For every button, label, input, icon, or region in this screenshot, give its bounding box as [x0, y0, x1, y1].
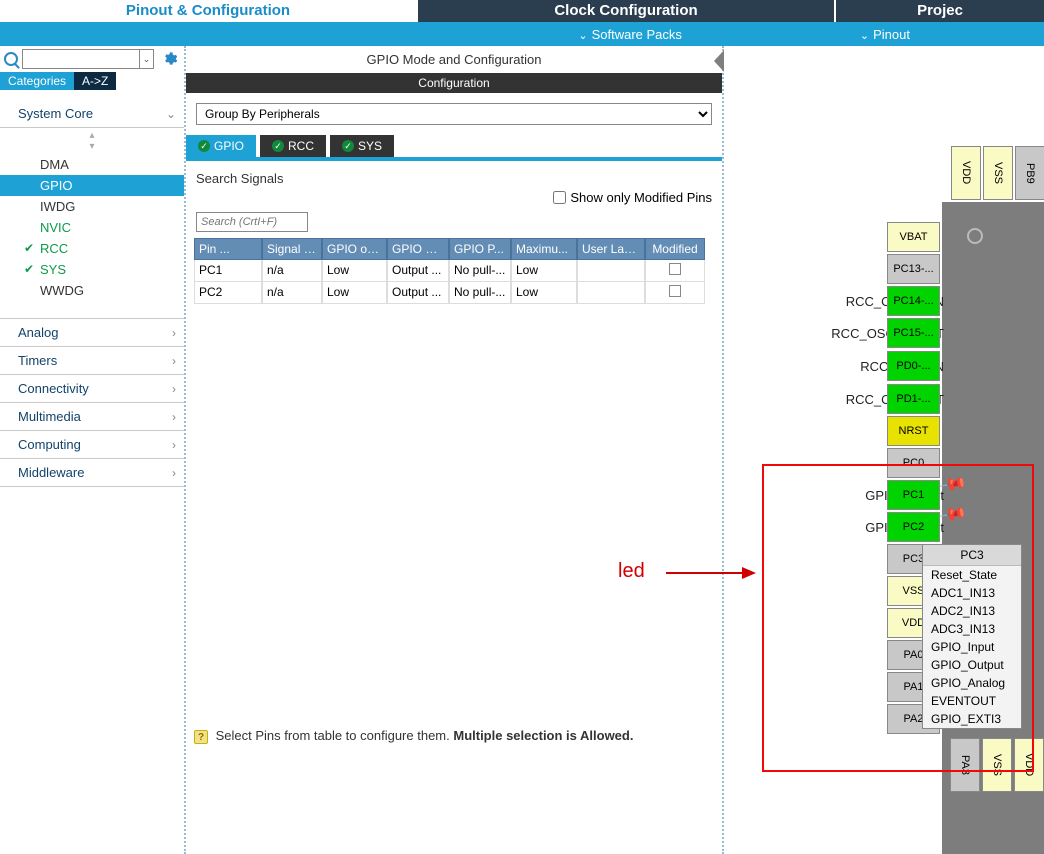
context-item[interactable]: EVENTOUT [923, 692, 1021, 710]
check-circle-icon: ✓ [198, 140, 210, 152]
software-packs-label: Software Packs [592, 27, 682, 42]
sidebar-item-dma[interactable]: DMA [0, 154, 184, 175]
col-gpioout[interactable]: GPIO ou... [322, 238, 387, 260]
section-middleware[interactable]: Middleware› [0, 459, 184, 487]
col-pin[interactable]: Pin ... [194, 238, 262, 260]
sidebar-item-wwdg[interactable]: WWDG [0, 280, 184, 301]
pin-vss-bot[interactable]: VSS [982, 738, 1012, 792]
center-title: GPIO Mode and Configuration [186, 46, 722, 73]
pin-pc14[interactable]: PC14-... [887, 286, 940, 316]
pin-context-menu: PC3 Reset_State ADC1_IN13 ADC2_IN13 ADC3… [922, 544, 1022, 729]
config-bar: Configuration [186, 73, 722, 93]
annotation-led-label: led [618, 560, 645, 583]
help-icon: ? [194, 730, 208, 744]
col-gpiop[interactable]: GPIO P... [449, 238, 511, 260]
pin-pd0[interactable]: PD0-... [887, 351, 940, 381]
config-table: Pin ... Signal o... GPIO ou... GPIO m...… [194, 238, 714, 304]
context-item[interactable]: GPIO_Output [923, 656, 1021, 674]
ptab-sys[interactable]: ✓SYS [330, 135, 394, 157]
chevron-right-icon: › [172, 326, 176, 340]
chevron-down-icon: ⌄ [166, 107, 176, 121]
hint-text: ? Select Pins from table to configure th… [194, 728, 633, 744]
search-icon [4, 52, 18, 66]
col-max[interactable]: Maximu... [511, 238, 577, 260]
pinout-view[interactable]: VDD VSS PB9 RCC_OSC32_IN RCC_OSC32_OUT R… [724, 46, 1044, 854]
pin-vss-top[interactable]: VSS [983, 146, 1013, 200]
chevron-right-icon: › [172, 382, 176, 396]
section-timers[interactable]: Timers› [0, 347, 184, 375]
software-packs-dropdown[interactable]: ⌄Software Packs [564, 27, 696, 42]
pin-nrst[interactable]: NRST [887, 416, 940, 446]
pin-pd1[interactable]: PD1-... [887, 384, 940, 414]
annotation-arrow-icon [660, 558, 760, 588]
check-icon: ✔ [24, 241, 34, 255]
tab-categories[interactable]: Categories [0, 72, 74, 90]
context-item[interactable]: ADC2_IN13 [923, 602, 1021, 620]
tab-pinout-config[interactable]: Pinout & Configuration [0, 0, 416, 22]
section-multimedia[interactable]: Multimedia› [0, 403, 184, 431]
context-item[interactable]: Reset_State [923, 566, 1021, 584]
section-analog[interactable]: Analog› [0, 319, 184, 347]
sub-toolbar: ⌄Software Packs ⌄Pinout [0, 22, 1044, 46]
pin-vbat[interactable]: VBAT [887, 222, 940, 252]
sidebar-item-rcc[interactable]: ✔RCC [0, 238, 184, 259]
section-system-core-label: System Core [18, 106, 93, 121]
sidebar-search-dropdown[interactable]: ⌄ [140, 49, 154, 69]
section-computing[interactable]: Computing› [0, 431, 184, 459]
sidebar-item-sys[interactable]: ✔SYS [0, 259, 184, 280]
pin-pb9-top[interactable]: PB9 [1015, 146, 1044, 200]
group-by-select[interactable]: Group By Peripherals [196, 103, 712, 125]
context-item[interactable]: GPIO_EXTI3 [923, 710, 1021, 728]
tab-clock-config[interactable]: Clock Configuration [418, 0, 834, 22]
pin-vdd-bot[interactable]: VDD [1014, 738, 1044, 792]
search-signals-label: Search Signals [196, 171, 712, 186]
sidebar-item-nvic[interactable]: NVIC [0, 217, 184, 238]
tab-project[interactable]: Projec [836, 0, 1044, 22]
pin-pc1[interactable]: PC1 [887, 480, 940, 510]
check-circle-icon: ✓ [272, 140, 284, 152]
sidebar-item-iwdg[interactable]: IWDG [0, 196, 184, 217]
pinout-dropdown[interactable]: ⌄Pinout [846, 27, 924, 42]
pin-pc0[interactable]: PC0 [887, 448, 940, 478]
col-gpiom[interactable]: GPIO m... [387, 238, 449, 260]
ptab-gpio[interactable]: ✓GPIO [186, 135, 256, 157]
checkbox-icon[interactable] [669, 285, 681, 297]
center-pane: GPIO Mode and Configuration Configuratio… [186, 46, 724, 854]
checkbox-icon[interactable] [669, 263, 681, 275]
check-icon: ✔ [24, 262, 34, 276]
sidebar-search-input[interactable] [22, 49, 140, 69]
sort-icon[interactable]: ▴▾ [0, 128, 184, 154]
col-user[interactable]: User Label [577, 238, 645, 260]
table-row[interactable]: PC2 n/a Low Output ... No pull-... Low [194, 282, 714, 304]
sidebar: ⌄ Categories A->Z System Core ⌄ ▴▾ DMA G… [0, 46, 186, 854]
context-item[interactable]: GPIO_Input [923, 638, 1021, 656]
pin-pc13[interactable]: PC13-... [887, 254, 940, 284]
chip-notch-icon [967, 228, 983, 244]
chevron-right-icon: › [172, 410, 176, 424]
pin-pa3[interactable]: PA3 [950, 738, 980, 792]
chevron-right-icon: › [172, 438, 176, 452]
chevron-right-icon: › [172, 466, 176, 480]
sidebar-item-gpio[interactable]: GPIO [0, 175, 184, 196]
pinout-label: Pinout [873, 27, 910, 42]
context-title: PC3 [923, 545, 1021, 566]
pin-pc2[interactable]: PC2 [887, 512, 940, 542]
section-connectivity[interactable]: Connectivity› [0, 375, 184, 403]
check-circle-icon: ✓ [342, 140, 354, 152]
ptab-rcc[interactable]: ✓RCC [260, 135, 326, 157]
search-signals-input[interactable] [196, 212, 308, 232]
section-system-core[interactable]: System Core ⌄ [0, 100, 184, 128]
context-item[interactable]: ADC1_IN13 [923, 584, 1021, 602]
context-item[interactable]: ADC3_IN13 [923, 620, 1021, 638]
table-row[interactable]: PC1 n/a Low Output ... No pull-... Low [194, 260, 714, 282]
chevron-right-icon: › [172, 354, 176, 368]
pin-pc15[interactable]: PC15-... [887, 318, 940, 348]
col-signal[interactable]: Signal o... [262, 238, 322, 260]
tab-az[interactable]: A->Z [74, 72, 116, 90]
context-item[interactable]: GPIO_Analog [923, 674, 1021, 692]
pin-vdd-top[interactable]: VDD [951, 146, 981, 200]
show-modified-checkbox[interactable]: Show only Modified Pins [553, 190, 712, 205]
col-mod[interactable]: Modified [645, 238, 705, 260]
gear-icon[interactable] [162, 51, 178, 67]
